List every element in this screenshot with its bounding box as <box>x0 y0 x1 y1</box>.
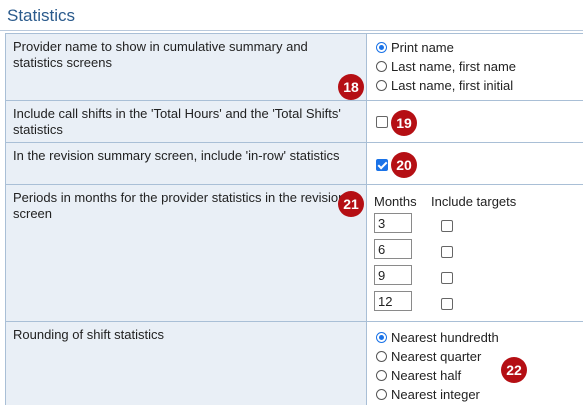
months-input-3[interactable] <box>374 265 412 285</box>
radio-option-nearest-integer[interactable]: Nearest integer <box>376 385 480 404</box>
include-targets-column-header: Include targets <box>431 194 517 209</box>
radio-button[interactable] <box>376 332 387 343</box>
in-row-statistics-checkbox[interactable] <box>376 159 388 171</box>
radio-option-nearest-hundredth[interactable]: Nearest hundredth <box>376 328 499 347</box>
radio-option-nearest-quarter[interactable]: Nearest quarter <box>376 347 481 366</box>
radio-button[interactable] <box>376 61 387 72</box>
radio-label: Last name, first initial <box>391 78 514 93</box>
radio-label: Nearest quarter <box>391 349 482 364</box>
setting-value: Print name Last name, first name Last na… <box>367 34 583 100</box>
setting-label: In the revision summary screen, include … <box>5 143 367 184</box>
radio-button[interactable] <box>376 370 387 381</box>
callout-badge-22: 22 <box>501 357 527 383</box>
radio-button[interactable] <box>376 42 387 53</box>
call-shifts-checkbox[interactable] <box>376 116 388 128</box>
include-target-checkbox-4[interactable] <box>441 298 453 310</box>
radio-label: Nearest half <box>391 368 462 383</box>
include-target-checkbox-2[interactable] <box>441 246 453 258</box>
section-title: Statistics <box>7 6 76 25</box>
months-input-2[interactable] <box>374 239 412 259</box>
setting-value: Nearest hundredth Nearest quarter Neares… <box>367 322 583 405</box>
months-input-4[interactable] <box>374 291 412 311</box>
radio-option-print-name[interactable]: Print name <box>376 38 454 57</box>
setting-row-periods: Periods in months for the provider stati… <box>5 184 583 321</box>
callout-badge-19: 19 <box>391 110 417 136</box>
setting-row-rounding: Rounding of shift statistics Nearest hun… <box>5 321 583 405</box>
callout-badge-20: 20 <box>391 152 417 178</box>
callout-badge-21: 21 <box>338 191 364 217</box>
radio-label: Nearest hundredth <box>391 330 499 345</box>
setting-row-call-shifts: Include call shifts in the 'Total Hours'… <box>5 100 583 142</box>
radio-button[interactable] <box>376 389 387 400</box>
radio-option-last-first-name[interactable]: Last name, first name <box>376 57 516 76</box>
radio-button[interactable] <box>376 351 387 362</box>
setting-row-in-row-statistics: In the revision summary screen, include … <box>5 142 583 184</box>
radio-label: Print name <box>391 40 454 55</box>
radio-option-nearest-half[interactable]: Nearest half <box>376 366 461 385</box>
setting-row-provider-name: Provider name to show in cumulative summ… <box>5 33 583 100</box>
radio-label: Nearest integer <box>391 387 480 402</box>
setting-label: Periods in months for the provider stati… <box>5 185 367 321</box>
title-divider <box>0 30 583 31</box>
months-input-1[interactable] <box>374 213 412 233</box>
radio-button[interactable] <box>376 80 387 91</box>
setting-label: Rounding of shift statistics <box>5 322 367 405</box>
radio-option-last-first-initial[interactable]: Last name, first initial <box>376 76 513 95</box>
setting-label: Include call shifts in the 'Total Hours'… <box>5 101 367 142</box>
radio-label: Last name, first name <box>391 59 516 74</box>
include-target-checkbox-1[interactable] <box>441 220 453 232</box>
callout-badge-18: 18 <box>338 74 364 100</box>
setting-value: Months Include targets <box>367 185 583 321</box>
setting-label: Provider name to show in cumulative summ… <box>5 34 367 100</box>
include-target-checkbox-3[interactable] <box>441 272 453 284</box>
months-column-header: Months <box>374 194 417 209</box>
